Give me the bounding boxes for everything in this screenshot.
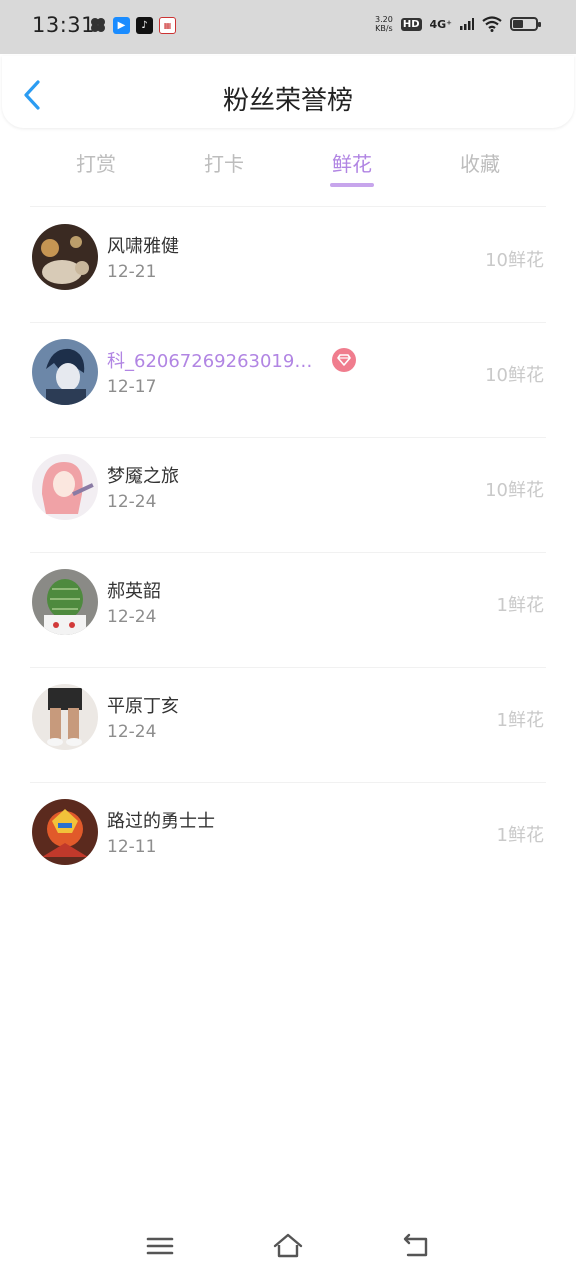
app-blue-icon: ▶: [113, 16, 130, 34]
flower-count: 1鲜花: [496, 825, 544, 846]
wifi-icon: [482, 16, 502, 32]
signal-4g: 4G⁺: [429, 17, 453, 31]
fan-date: 12-24: [107, 607, 157, 627]
flower-count: 10鲜花: [485, 365, 544, 386]
list-item[interactable]: 梦魇之旅 12-24 10鲜花: [0, 438, 576, 553]
fan-name: 风啸雅健: [107, 236, 179, 257]
fan-date: 12-21: [107, 262, 157, 282]
list-item[interactable]: 风啸雅健 12-21 10鲜花: [0, 208, 576, 323]
tab-flowers[interactable]: 鲜花: [312, 148, 392, 177]
network-speed: 3.20 KB/s: [375, 15, 393, 33]
active-tab-indicator: [330, 183, 374, 187]
fan-date: 12-24: [107, 722, 157, 742]
list-item[interactable]: 路过的勇士士 12-11 1鲜花: [0, 783, 576, 898]
vip-diamond-icon: [332, 348, 356, 372]
menu-icon[interactable]: [144, 1232, 176, 1260]
tab-reward[interactable]: 打赏: [56, 148, 136, 177]
back-icon[interactable]: [400, 1232, 432, 1260]
status-right: 3.20 KB/s HD 4G⁺: [375, 15, 541, 33]
tab-favorites[interactable]: 收藏: [440, 148, 520, 177]
notification-icons: ▶ ♪ ▦: [89, 16, 176, 34]
avatar[interactable]: [32, 224, 98, 290]
list-item[interactable]: 平原丁亥 12-24 1鲜花: [0, 668, 576, 783]
avatar[interactable]: [32, 684, 98, 750]
tab-checkin[interactable]: 打卡: [184, 148, 264, 177]
hd-icon: HD: [400, 17, 422, 31]
tab-bar: 打赏 打卡 鲜花 收藏: [0, 140, 576, 190]
fan-name: 平原丁亥: [107, 696, 179, 717]
speed-unit: KB/s: [375, 24, 393, 33]
flower-count: 10鲜花: [485, 480, 544, 501]
avatar[interactable]: [32, 569, 98, 635]
home-icon[interactable]: [272, 1232, 304, 1260]
app-fan-icon: [91, 18, 105, 32]
flower-count: 1鲜花: [496, 710, 544, 731]
battery-icon: [510, 17, 541, 31]
fan-date: 12-11: [107, 837, 157, 857]
fan-name: 科_62067269263019…: [107, 351, 313, 372]
fan-name: 路过的勇士士: [107, 811, 215, 832]
status-time: 13:31: [32, 13, 96, 37]
status-bar: 13:31 ▶ ♪ ▦ 3.20 KB/s HD 4G⁺: [0, 0, 576, 54]
signal-bars-icon: [460, 18, 474, 30]
fan-date: 12-17: [107, 377, 157, 397]
list-item[interactable]: 科_62067269263019… 12-17 10鲜花: [0, 323, 576, 438]
speed-value: 3.20: [375, 15, 393, 24]
avatar[interactable]: [32, 799, 98, 865]
page-title: 粉丝荣誉榜: [222, 86, 353, 116]
top-bar: 粉丝荣誉榜: [2, 56, 574, 128]
app-red-icon: ▦: [159, 16, 176, 34]
fan-name: 梦魇之旅: [107, 466, 179, 487]
avatar[interactable]: [32, 454, 98, 520]
tiktok-icon: ♪: [136, 16, 153, 34]
flower-count: 10鲜花: [485, 250, 544, 271]
avatar[interactable]: [32, 339, 98, 405]
system-nav-bar: [0, 1220, 576, 1280]
fan-list: 风啸雅健 12-21 10鲜花 科_62067269263019… 12-17 …: [0, 208, 576, 898]
fan-date: 12-24: [107, 492, 157, 512]
flower-count: 1鲜花: [496, 595, 544, 616]
fan-name: 郝英韶: [107, 581, 161, 602]
list-item[interactable]: 郝英韶 12-24 1鲜花: [0, 553, 576, 668]
tabs-divider: [30, 206, 546, 207]
